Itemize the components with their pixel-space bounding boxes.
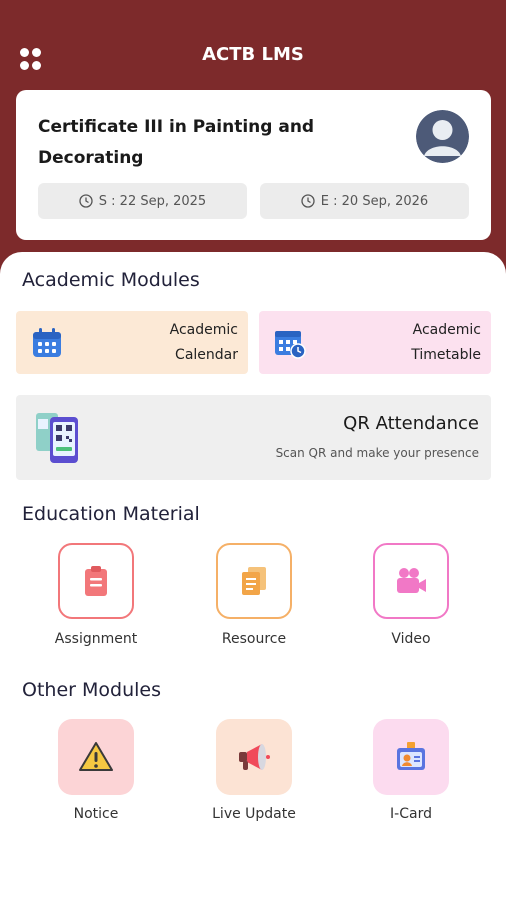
end-date-text: E : 20 Sep, 2026 bbox=[320, 193, 429, 209]
app-title: ACTB LMS bbox=[202, 44, 304, 65]
start-date-text: S : 22 Sep, 2025 bbox=[98, 193, 207, 209]
id-card-icon bbox=[397, 742, 425, 770]
qr-attendance-card[interactable]: QR Attendance Scan QR and make your pres… bbox=[16, 395, 491, 480]
resource-tile[interactable] bbox=[216, 543, 292, 619]
start-date-pill: S : 22 Sep, 2025 bbox=[38, 183, 247, 219]
video-tile[interactable] bbox=[373, 543, 449, 619]
qr-attendance-title: QR Attendance bbox=[343, 413, 479, 434]
calendar-icon bbox=[33, 328, 61, 357]
assignment-label: Assignment bbox=[54, 631, 138, 647]
qr-phone-icon bbox=[36, 413, 78, 463]
assignment-tile[interactable] bbox=[58, 543, 134, 619]
academic-timetable-card[interactable]: Academic Timetable bbox=[259, 311, 491, 374]
qr-attendance-subtitle: Scan QR and make your presence bbox=[275, 446, 479, 460]
course-card[interactable]: Certificate III in Painting and Decorati… bbox=[16, 90, 491, 240]
avatar[interactable] bbox=[416, 110, 469, 163]
megaphone-icon bbox=[239, 744, 270, 770]
video-camera-icon bbox=[397, 568, 426, 593]
i-card-tile[interactable] bbox=[373, 719, 449, 795]
resource-label: Resource bbox=[221, 631, 287, 647]
video-label: Video bbox=[391, 631, 431, 647]
notice-tile[interactable] bbox=[58, 719, 134, 795]
clock-icon bbox=[301, 194, 315, 208]
notice-label: Notice bbox=[73, 806, 119, 822]
end-date-pill: E : 20 Sep, 2026 bbox=[260, 183, 469, 219]
clock-icon bbox=[79, 194, 93, 208]
clipboard-icon bbox=[85, 566, 107, 596]
academic-modules-title: Academic Modules bbox=[22, 269, 200, 291]
education-material-title: Education Material bbox=[22, 503, 200, 525]
academic-calendar-label: Academic Calendar bbox=[169, 322, 238, 363]
academic-timetable-label: Academic Timetable bbox=[411, 322, 481, 363]
other-modules-title: Other Modules bbox=[22, 679, 161, 701]
documents-icon bbox=[242, 567, 266, 595]
timetable-icon bbox=[275, 331, 306, 359]
i-card-label: I-Card bbox=[390, 806, 432, 822]
academic-calendar-card[interactable]: Academic Calendar bbox=[16, 311, 248, 374]
live-update-tile[interactable] bbox=[216, 719, 292, 795]
warning-icon bbox=[79, 742, 113, 771]
course-title: Certificate III in Painting and Decorati… bbox=[38, 117, 315, 168]
live-update-label: Live Update bbox=[212, 806, 296, 822]
